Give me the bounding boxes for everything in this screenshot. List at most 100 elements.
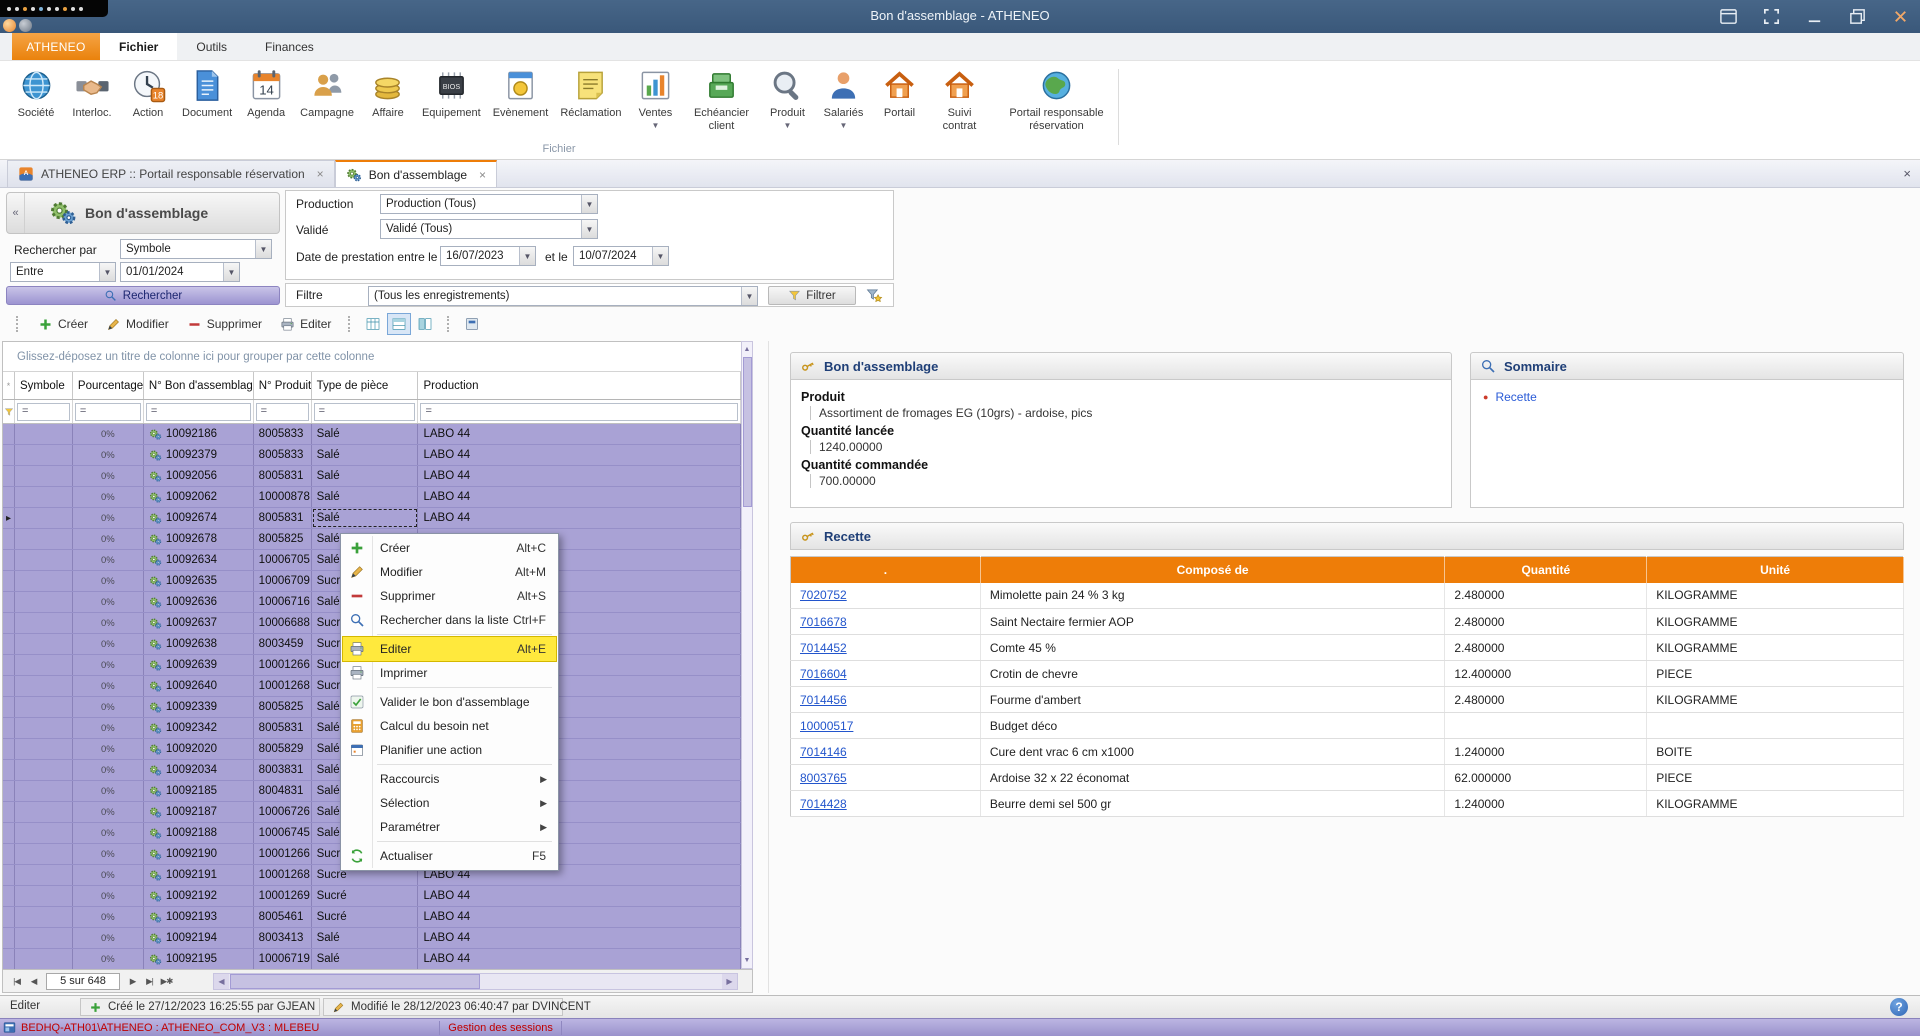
grid-row[interactable]: 0%1009206210000878SaléLABO 44 xyxy=(3,487,741,508)
date-prestation-to-input[interactable]: 10/07/2024▼ xyxy=(573,246,669,266)
pager-append-button[interactable]: ▶✱ xyxy=(158,973,175,989)
context-menu-item-planifier-une-action[interactable]: Planifier une action xyxy=(343,738,556,762)
grid-filter-pourcentage[interactable]: = xyxy=(73,400,144,423)
view-toggle-2[interactable] xyxy=(387,313,411,335)
document-tab-bon-d-assemblage[interactable]: Bon d'assemblage× xyxy=(335,160,497,187)
scroll-down-icon[interactable]: ▼ xyxy=(742,954,752,967)
recette-row[interactable]: 7014456Fourme d'ambert2.480000KILOGRAMME xyxy=(791,687,1904,713)
panel-icon[interactable] xyxy=(1719,7,1738,26)
tab-close-icon[interactable]: × xyxy=(479,168,486,182)
ribbon-button-campagne[interactable]: Campagne xyxy=(294,64,360,120)
filtre-select[interactable]: (Tous les enregistrements)▼ xyxy=(368,286,758,306)
recette-row[interactable]: 8003765Ardoise 32 x 22 économat62.000000… xyxy=(791,765,1904,791)
grid-row[interactable]: 0%100921948003413SaléLABO 44 xyxy=(3,928,741,949)
recette-row[interactable]: 7016604Crotin de chevre12.400000PIECE xyxy=(791,661,1904,687)
menu-tab-outils[interactable]: Outils xyxy=(177,33,246,60)
context-menu-item-creer[interactable]: CréerAlt+C xyxy=(343,536,556,560)
document-tab-atheneo-erp-portail-responsable-reservation[interactable]: AATHENEO ERP :: Portail responsable rése… xyxy=(7,160,335,187)
menu-tab-fichier[interactable]: Fichier xyxy=(100,33,177,60)
ribbon-button-equipement[interactable]: BIOSEquipement xyxy=(416,64,487,120)
ribbon-button-echeancier-client[interactable]: Echéancier client xyxy=(683,64,759,133)
date-from-input[interactable]: 01/01/2024▼ xyxy=(120,262,240,282)
ribbon-button-action[interactable]: 18Action xyxy=(120,64,176,120)
context-menu-item-parametrer[interactable]: Paramétrer▶ xyxy=(343,815,556,839)
context-menu-item-valider-le-bon-d-assemblage[interactable]: Valider le bon d'assemblage xyxy=(343,690,556,714)
filtrer-button[interactable]: Filtrer xyxy=(768,286,856,305)
chevron-down-icon[interactable]: ▼ xyxy=(99,263,115,281)
ribbon-button-salaries[interactable]: Salariés▼ xyxy=(815,64,871,130)
pager-next-button[interactable]: ▶ xyxy=(124,973,141,989)
chevron-down-icon[interactable]: ▼ xyxy=(255,240,271,258)
help-button[interactable]: ? xyxy=(1890,998,1908,1016)
toolbar-button-editer[interactable]: Editer xyxy=(271,315,340,334)
rechercher-button[interactable]: Rechercher xyxy=(6,286,280,305)
horizontal-scrollbar[interactable]: ◀ ▶ xyxy=(213,973,738,990)
scrollbar-thumb[interactable] xyxy=(230,974,480,989)
recette-code-link[interactable]: 7014452 xyxy=(800,641,847,655)
context-menu-item-modifier[interactable]: ModifierAlt+M xyxy=(343,560,556,584)
toolbar-grip[interactable] xyxy=(16,316,21,332)
grid-row[interactable]: 0%100923798005833SaléLABO 44 xyxy=(3,445,741,466)
toolbar-grip[interactable] xyxy=(447,316,452,332)
recette-code-link[interactable]: 7014456 xyxy=(800,693,847,707)
vertical-scrollbar[interactable]: ▲ ▼ xyxy=(741,341,753,969)
recette-code-link[interactable]: 7014146 xyxy=(800,745,847,759)
toolbar-button-modifier[interactable]: Modifier xyxy=(97,315,178,334)
recette-code-link[interactable]: 7014428 xyxy=(800,797,847,811)
production-select[interactable]: Production (Tous)▼ xyxy=(380,194,598,214)
recette-column-compose-de[interactable]: Composé de xyxy=(980,557,1445,583)
scroll-left-icon[interactable]: ◀ xyxy=(214,974,229,989)
panel-splitter[interactable] xyxy=(768,341,769,993)
brand-tab[interactable]: ATHENEO xyxy=(12,33,100,60)
chevron-down-icon[interactable]: ▼ xyxy=(652,247,668,265)
chevron-down-icon[interactable]: ▼ xyxy=(519,247,535,265)
recette-code-link[interactable]: 7016604 xyxy=(800,667,847,681)
collapse-panel-icon[interactable]: « xyxy=(7,193,25,233)
scrollbar-thumb[interactable] xyxy=(743,357,752,507)
grid-filter-type-de-piece[interactable]: = xyxy=(312,400,419,423)
scroll-up-icon[interactable]: ▲ xyxy=(742,343,752,356)
context-menu-item-editer[interactable]: EditerAlt+E xyxy=(343,637,556,661)
toolbar-extra-button[interactable] xyxy=(460,313,484,335)
entre-select[interactable]: Entre▼ xyxy=(10,262,116,282)
sommaire-link-recette[interactable]: ●Recette xyxy=(1483,390,1891,404)
tab-close-icon[interactable]: × xyxy=(317,167,324,181)
grid-column-header-symbole[interactable]: Symbole xyxy=(15,372,73,399)
restore-button[interactable] xyxy=(1848,7,1867,26)
ribbon-button-evenement[interactable]: Evènement xyxy=(487,64,555,120)
grid-column-header-production[interactable]: Production xyxy=(418,372,741,399)
grid-row[interactable]: 0%100921868005833SaléLABO 44 xyxy=(3,424,741,445)
fullscreen-icon[interactable] xyxy=(1762,7,1781,26)
chevron-down-icon[interactable]: ▼ xyxy=(741,287,757,305)
context-menu-item-calcul-du-besoin-net[interactable]: Calcul du besoin net xyxy=(343,714,556,738)
recette-column-quantite[interactable]: Quantité xyxy=(1445,557,1647,583)
view-toggle-1[interactable] xyxy=(361,313,385,335)
ribbon-button-produit[interactable]: Produit▼ xyxy=(759,64,815,130)
close-button[interactable] xyxy=(1891,7,1910,26)
ribbon-button-ventes[interactable]: Ventes▼ xyxy=(627,64,683,130)
pager-first-button[interactable]: |◀ xyxy=(8,973,25,989)
recette-code-link[interactable]: 8003765 xyxy=(800,771,847,785)
ribbon-button-portail-responsable-reservation[interactable]: Portail responsable réservation xyxy=(991,64,1121,133)
toolbar-button-creer[interactable]: Créer xyxy=(29,315,97,334)
grid-row[interactable]: 0%1009219510006719SaléLABO 44 xyxy=(3,949,741,970)
ribbon-button-document[interactable]: Document xyxy=(176,64,238,120)
context-menu-item-rechercher-dans-la-liste[interactable]: Rechercher dans la listeCtrl+F xyxy=(343,608,556,632)
context-menu-item-selection[interactable]: Sélection▶ xyxy=(343,791,556,815)
recette-column-unite[interactable]: Unité xyxy=(1647,557,1904,583)
menu-tab-finances[interactable]: Finances xyxy=(246,33,333,60)
recette-code-link[interactable]: 10000517 xyxy=(800,719,853,733)
grid-corner[interactable]: * xyxy=(3,372,15,399)
ribbon-button-reclamation[interactable]: Réclamation xyxy=(554,64,627,120)
pager-prev-button[interactable]: ◀ xyxy=(25,973,42,989)
recette-code-link[interactable]: 7016678 xyxy=(800,615,847,629)
tab-bar-close-icon[interactable]: × xyxy=(1903,166,1911,181)
chevron-down-icon[interactable]: ▼ xyxy=(223,263,239,281)
grid-filter-indicator[interactable] xyxy=(3,400,15,423)
recette-row[interactable]: 7020752Mimolette pain 24 % 3 kg2.480000K… xyxy=(791,583,1904,609)
view-toggle-3[interactable] xyxy=(413,313,437,335)
ribbon-button-portail[interactable]: Portail xyxy=(871,64,927,120)
grid-column-header-type-de-piece[interactable]: Type de pièce xyxy=(312,372,419,399)
recette-row[interactable]: 7014146Cure dent vrac 6 cm x10001.240000… xyxy=(791,739,1904,765)
grid-filter-symbole[interactable]: = xyxy=(15,400,73,423)
